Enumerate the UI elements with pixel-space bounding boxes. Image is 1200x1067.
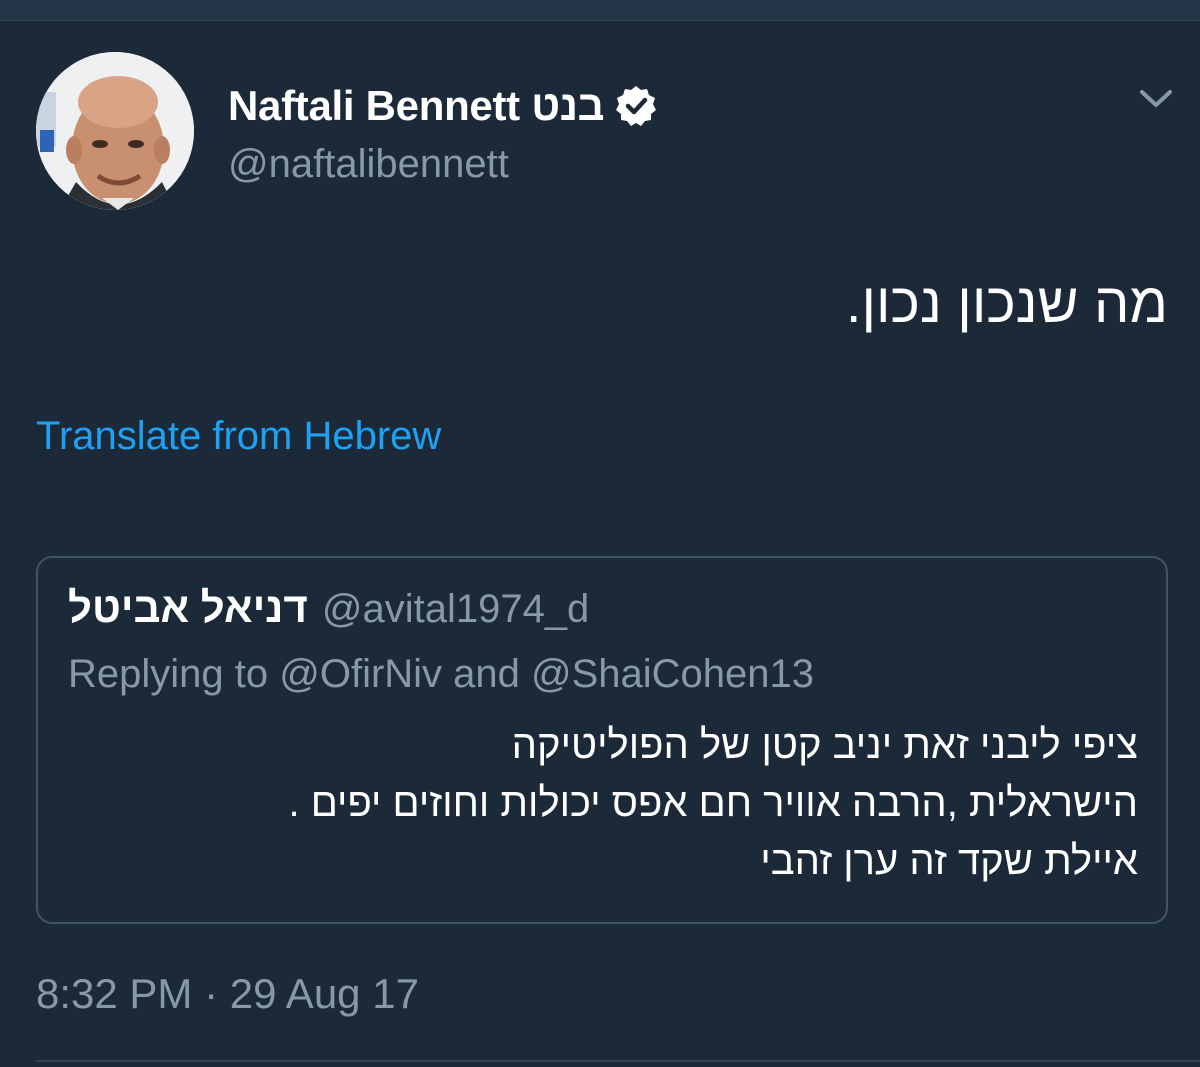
divider [36,1060,1200,1062]
quoted-author: דניאל אביטל @avital1974_d [68,584,589,632]
quoted-text-line: איילת שקד זה ערן זהבי [760,839,1138,883]
quoted-display-name: דניאל אביטל [68,584,308,631]
tweet-timestamp[interactable]: 8:32 PM · 29 Aug 17 [36,970,419,1018]
quoted-text-line: ציפי ליבני זאת יניב קטן של הפוליטיקה [511,723,1138,767]
profile-photo [36,52,194,210]
quoted-text: ציפי ליבני זאת יניב קטן של הפוליטיקה היש… [68,716,1139,890]
replying-to: Replying to @OfirNiv and @ShaiCohen13 [68,652,815,696]
display-name-text: Naftali Bennett בנט [228,82,605,129]
tweet-text: מה שנכון נכון. [845,271,1168,334]
author-handle[interactable]: @naftalibennett [228,142,509,187]
translate-link[interactable]: Translate from Hebrew [36,414,441,459]
quoted-text-line: הישראלית ,הרבה אוויר חם אפס יכולות וחוזי… [288,781,1139,825]
verified-badge-icon [614,84,658,128]
avatar[interactable] [36,52,194,210]
author-display-name[interactable]: Naftali Bennett בנט [228,80,658,132]
top-bar [0,0,1200,21]
chevron-down-icon[interactable] [1138,84,1174,112]
quoted-tweet[interactable]: דניאל אביטל @avital1974_d Replying to @O… [36,556,1168,924]
quoted-handle: @avital1974_d [321,587,590,631]
